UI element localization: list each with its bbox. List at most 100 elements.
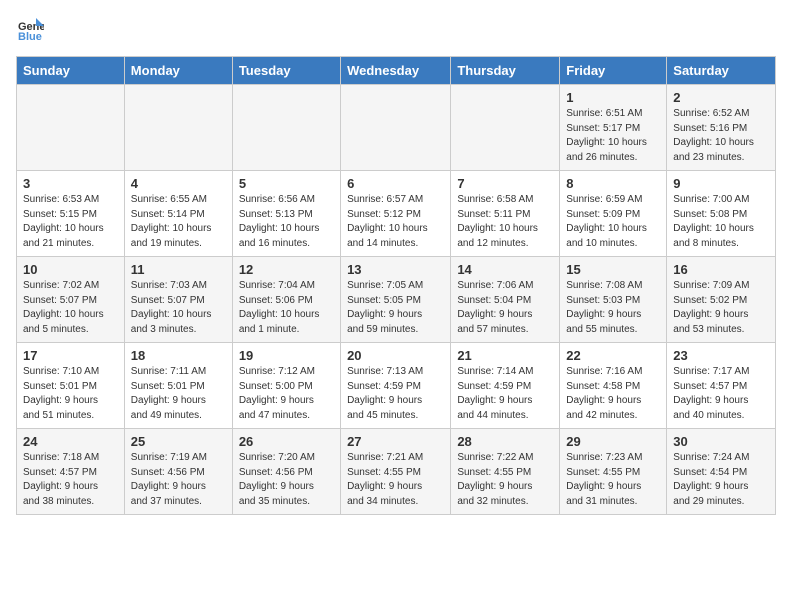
day-detail: Sunrise: 6:53 AM Sunset: 5:15 PM Dayligh… xyxy=(23,193,118,251)
day-detail: Sunrise: 7:20 AM Sunset: 4:56 PM Dayligh… xyxy=(239,451,334,509)
calendar-cell: 14 Sunrise: 7:06 AM Sunset: 5:04 PM Dayli… xyxy=(451,257,560,343)
day-number: 17 xyxy=(23,348,118,363)
calendar-cell: 6Sunrise: 6:57 AM Sunset: 5:12 PM Daylig… xyxy=(341,171,451,257)
day-detail: Sunrise: 7:08 AM Sunset: 5:03 PM Dayligh… xyxy=(566,279,660,337)
day-number: 19 xyxy=(239,348,334,363)
day-number: 10 xyxy=(23,262,118,277)
calendar-body: 1 Sunrise: 6:51 AM Sunset: 5:17 PM Daylig… xyxy=(17,85,776,515)
calendar-cell: 2 Sunrise: 6:52 AM Sunset: 5:16 PM Daylig… xyxy=(667,85,776,171)
day-detail: Sunrise: 6:56 AM Sunset: 5:13 PM Dayligh… xyxy=(239,193,334,251)
day-number: 4 xyxy=(131,176,226,191)
day-number: 2 xyxy=(673,90,769,105)
day-detail: Sunrise: 6:51 AM Sunset: 5:17 PM Dayligh… xyxy=(566,107,660,165)
calendar-cell: 1 Sunrise: 6:51 AM Sunset: 5:17 PM Daylig… xyxy=(560,85,667,171)
calendar-week-row: 24 Sunrise: 7:18 AM Sunset: 4:57 PM Dayli… xyxy=(17,429,776,515)
calendar-cell: 9 Sunrise: 7:00 AM Sunset: 5:08 PM Daylig… xyxy=(667,171,776,257)
day-detail: Sunrise: 7:10 AM Sunset: 5:01 PM Dayligh… xyxy=(23,365,118,423)
calendar-cell: 3 Sunrise: 6:53 AM Sunset: 5:15 PM Daylig… xyxy=(17,171,125,257)
day-number: 13 xyxy=(347,262,444,277)
calendar-week-row: 17 Sunrise: 7:10 AM Sunset: 5:01 PM Dayli… xyxy=(17,343,776,429)
day-detail: Sunrise: 7:05 AM Sunset: 5:05 PM Dayligh… xyxy=(347,279,444,337)
calendar-cell: 26 Sunrise: 7:20 AM Sunset: 4:56 PM Dayli… xyxy=(232,429,340,515)
day-number: 1 xyxy=(566,90,660,105)
calendar-cell: 8Sunrise: 6:59 AM Sunset: 5:09 PM Daylig… xyxy=(560,171,667,257)
calendar-cell xyxy=(124,85,232,171)
calendar-cell: 30 Sunrise: 7:24 AM Sunset: 4:54 PM Dayli… xyxy=(667,429,776,515)
day-number: 3 xyxy=(23,176,118,191)
day-detail: Sunrise: 7:23 AM Sunset: 4:55 PM Dayligh… xyxy=(566,451,660,509)
header-cell: Wednesday xyxy=(341,57,451,85)
day-number: 28 xyxy=(457,434,553,449)
calendar-cell: 18 Sunrise: 7:11 AM Sunset: 5:01 PM Dayli… xyxy=(124,343,232,429)
day-detail: Sunrise: 7:17 AM Sunset: 4:57 PM Dayligh… xyxy=(673,365,769,423)
day-number: 29 xyxy=(566,434,660,449)
day-detail: Sunrise: 7:12 AM Sunset: 5:00 PM Dayligh… xyxy=(239,365,334,423)
day-number: 14 xyxy=(457,262,553,277)
day-number: 9 xyxy=(673,176,769,191)
day-detail: Sunrise: 7:09 AM Sunset: 5:02 PM Dayligh… xyxy=(673,279,769,337)
calendar-cell: 25Sunrise: 7:19 AM Sunset: 4:56 PM Dayli… xyxy=(124,429,232,515)
calendar-cell: 22 Sunrise: 7:16 AM Sunset: 4:58 PM Dayli… xyxy=(560,343,667,429)
calendar-cell: 29 Sunrise: 7:23 AM Sunset: 4:55 PM Dayli… xyxy=(560,429,667,515)
calendar-cell: 27Sunrise: 7:21 AM Sunset: 4:55 PM Dayli… xyxy=(341,429,451,515)
day-detail: Sunrise: 7:11 AM Sunset: 5:01 PM Dayligh… xyxy=(131,365,226,423)
calendar-cell xyxy=(341,85,451,171)
calendar-cell: 16 Sunrise: 7:09 AM Sunset: 5:02 PM Dayli… xyxy=(667,257,776,343)
day-number: 27 xyxy=(347,434,444,449)
calendar-cell: 13 Sunrise: 7:05 AM Sunset: 5:05 PM Dayli… xyxy=(341,257,451,343)
day-detail: Sunrise: 7:00 AM Sunset: 5:08 PM Dayligh… xyxy=(673,193,769,251)
day-detail: Sunrise: 7:13 AM Sunset: 4:59 PM Dayligh… xyxy=(347,365,444,423)
header-cell: Tuesday xyxy=(232,57,340,85)
calendar-cell: 21 Sunrise: 7:14 AM Sunset: 4:59 PM Dayli… xyxy=(451,343,560,429)
calendar-cell xyxy=(232,85,340,171)
calendar-cell xyxy=(17,85,125,171)
day-number: 12 xyxy=(239,262,334,277)
logo-icon: General Blue xyxy=(16,16,44,44)
header-cell: Saturday xyxy=(667,57,776,85)
day-detail: Sunrise: 6:52 AM Sunset: 5:16 PM Dayligh… xyxy=(673,107,769,165)
day-number: 22 xyxy=(566,348,660,363)
day-detail: Sunrise: 6:58 AM Sunset: 5:11 PM Dayligh… xyxy=(457,193,553,251)
day-detail: Sunrise: 7:03 AM Sunset: 5:07 PM Dayligh… xyxy=(131,279,226,337)
day-detail: Sunrise: 6:55 AM Sunset: 5:14 PM Dayligh… xyxy=(131,193,226,251)
day-detail: Sunrise: 6:57 AM Sunset: 5:12 PM Dayligh… xyxy=(347,193,444,251)
svg-text:Blue: Blue xyxy=(18,31,42,43)
day-detail: Sunrise: 7:14 AM Sunset: 4:59 PM Dayligh… xyxy=(457,365,553,423)
calendar-cell: 23Sunrise: 7:17 AM Sunset: 4:57 PM Dayli… xyxy=(667,343,776,429)
calendar-week-row: 3 Sunrise: 6:53 AM Sunset: 5:15 PM Daylig… xyxy=(17,171,776,257)
calendar-cell: 20 Sunrise: 7:13 AM Sunset: 4:59 PM Dayli… xyxy=(341,343,451,429)
day-detail: Sunrise: 7:16 AM Sunset: 4:58 PM Dayligh… xyxy=(566,365,660,423)
header-cell: Friday xyxy=(560,57,667,85)
calendar-cell: 4 Sunrise: 6:55 AM Sunset: 5:14 PM Daylig… xyxy=(124,171,232,257)
header-cell: Sunday xyxy=(17,57,125,85)
day-number: 30 xyxy=(673,434,769,449)
calendar-week-row: 10Sunrise: 7:02 AM Sunset: 5:07 PM Dayli… xyxy=(17,257,776,343)
calendar-cell: 7 Sunrise: 6:58 AM Sunset: 5:11 PM Daylig… xyxy=(451,171,560,257)
day-number: 5 xyxy=(239,176,334,191)
calendar-cell: 11 Sunrise: 7:03 AM Sunset: 5:07 PM Dayli… xyxy=(124,257,232,343)
day-number: 21 xyxy=(457,348,553,363)
calendar-table: SundayMondayTuesdayWednesdayThursdayFrid… xyxy=(16,56,776,515)
day-number: 25 xyxy=(131,434,226,449)
calendar-cell: 5 Sunrise: 6:56 AM Sunset: 5:13 PM Daylig… xyxy=(232,171,340,257)
header-cell: Monday xyxy=(124,57,232,85)
day-number: 15 xyxy=(566,262,660,277)
day-detail: Sunrise: 7:06 AM Sunset: 5:04 PM Dayligh… xyxy=(457,279,553,337)
header-row: SundayMondayTuesdayWednesdayThursdayFrid… xyxy=(17,57,776,85)
day-number: 7 xyxy=(457,176,553,191)
day-number: 26 xyxy=(239,434,334,449)
day-number: 8 xyxy=(566,176,660,191)
calendar-cell: 12 Sunrise: 7:04 AM Sunset: 5:06 PM Dayli… xyxy=(232,257,340,343)
day-detail: Sunrise: 7:22 AM Sunset: 4:55 PM Dayligh… xyxy=(457,451,553,509)
day-detail: Sunrise: 7:18 AM Sunset: 4:57 PM Dayligh… xyxy=(23,451,118,509)
day-detail: Sunrise: 7:04 AM Sunset: 5:06 PM Dayligh… xyxy=(239,279,334,337)
day-number: 24 xyxy=(23,434,118,449)
day-detail: Sunrise: 7:24 AM Sunset: 4:54 PM Dayligh… xyxy=(673,451,769,509)
day-number: 11 xyxy=(131,262,226,277)
calendar-cell: 24 Sunrise: 7:18 AM Sunset: 4:57 PM Dayli… xyxy=(17,429,125,515)
day-number: 16 xyxy=(673,262,769,277)
calendar-cell: 19 Sunrise: 7:12 AM Sunset: 5:00 PM Dayli… xyxy=(232,343,340,429)
calendar-cell xyxy=(451,85,560,171)
day-number: 18 xyxy=(131,348,226,363)
day-number: 20 xyxy=(347,348,444,363)
